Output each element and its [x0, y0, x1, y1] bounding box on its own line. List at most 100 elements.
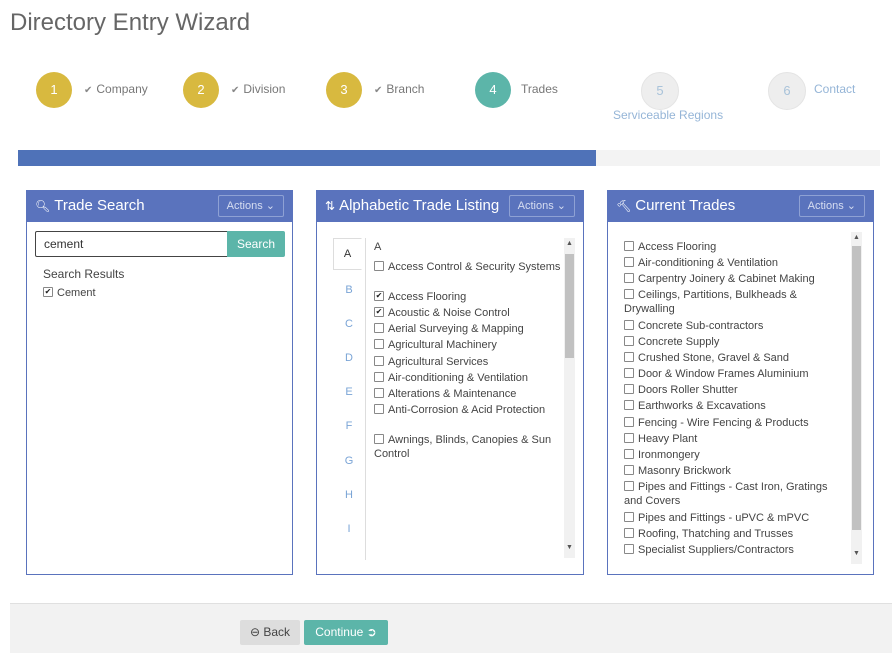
item-label: Access Flooring — [388, 291, 467, 303]
checkbox[interactable] — [624, 528, 634, 539]
list-item[interactable]: Air-conditioning & Ventilation — [624, 256, 846, 270]
scroll-down-arrow-icon[interactable]: ▼ — [851, 550, 862, 557]
list-item[interactable]: Crushed Stone, Gravel & Sand — [624, 351, 846, 365]
list-item[interactable]: Masonry Brickwork — [624, 464, 846, 478]
checkbox[interactable] — [624, 449, 634, 460]
item-label: Masonry Brickwork — [638, 465, 731, 477]
checkbox[interactable] — [624, 417, 634, 428]
list-item[interactable]: Aerial Surveying & Mapping — [374, 322, 564, 336]
letter-tab-i[interactable]: I — [333, 523, 365, 535]
checkbox[interactable] — [624, 241, 634, 252]
list-item[interactable]: Heavy Plant — [624, 432, 846, 446]
continue-button[interactable]: Continue ➲ — [304, 620, 388, 645]
checkbox[interactable] — [624, 481, 634, 492]
page-title: Directory Entry Wizard — [10, 9, 251, 36]
list-item[interactable]: Door & Window Frames Aluminium — [624, 367, 846, 381]
checkbox[interactable] — [624, 400, 634, 411]
checkbox[interactable]: ✔ — [374, 291, 384, 302]
list-item[interactable]: Pipes and Fittings - Cast Iron, Gratings… — [624, 480, 846, 508]
checkbox[interactable] — [624, 384, 634, 395]
checkbox[interactable] — [624, 433, 634, 444]
check-icon: ✔ — [374, 85, 383, 96]
checkbox[interactable] — [374, 404, 384, 415]
scroll-thumb[interactable] — [565, 254, 574, 358]
panel-header: ⇅ Alphabetic Trade Listing Actions ⌄ — [317, 190, 583, 222]
list-item[interactable]: Access Flooring — [624, 240, 846, 254]
checkbox[interactable] — [624, 544, 634, 555]
list-item[interactable]: Pipes and Fittings - uPVC & mPVC — [624, 511, 846, 525]
item-label: Pipes and Fittings - uPVC & mPVC — [638, 512, 810, 524]
letter-tab-f[interactable]: F — [333, 420, 365, 432]
checkbox[interactable] — [624, 336, 634, 347]
list-item[interactable]: Access Control & Security Systems — [374, 260, 564, 274]
checkbox[interactable] — [624, 289, 634, 300]
list-item[interactable]: Agricultural Services — [374, 355, 564, 369]
list-item[interactable]: Roofing, Thatching and Trusses — [624, 527, 846, 541]
list-item[interactable]: Ironmongery — [624, 448, 846, 462]
checkbox[interactable] — [374, 339, 384, 350]
letter-tab-c[interactable]: C — [333, 318, 365, 330]
list-item[interactable]: Carpentry Joinery & Cabinet Making — [624, 272, 846, 286]
checkbox[interactable] — [374, 356, 384, 367]
item-label: Earthworks & Excavations — [638, 400, 766, 412]
letter-tab-d[interactable]: D — [333, 352, 365, 364]
list-item[interactable]: Specialist Suppliers/Contractors — [624, 543, 846, 557]
search-result-item[interactable]: ✔ Cement — [43, 287, 96, 299]
letter-tab-h[interactable]: H — [333, 489, 365, 501]
letter-tab-e[interactable]: E — [333, 386, 365, 398]
item-label: Concrete Supply — [638, 336, 720, 348]
item-label: Air-conditioning & Ventilation — [388, 372, 529, 384]
list-item[interactable]: Anti-Corrosion & Acid Protection — [374, 403, 564, 417]
result-label: Cement — [57, 287, 96, 299]
checkbox[interactable]: ✔ — [374, 307, 384, 318]
checkbox[interactable] — [624, 465, 634, 476]
list-item[interactable]: Fencing - Wire Fencing & Products — [624, 416, 846, 430]
item-label: Carpentry Joinery & Cabinet Making — [638, 273, 815, 285]
actions-dropdown[interactable]: Actions ⌄ — [217, 195, 284, 217]
checkbox[interactable] — [624, 273, 634, 284]
list-item[interactable]: Doors Roller Shutter — [624, 383, 846, 397]
list-item[interactable]: Earthworks & Excavations — [624, 399, 846, 413]
checkbox[interactable] — [374, 323, 384, 334]
panel-title: Current Trades — [635, 197, 736, 214]
checkbox[interactable] — [374, 388, 384, 399]
scroll-thumb[interactable] — [852, 246, 861, 530]
scroll-up-arrow-icon[interactable]: ▲ — [564, 240, 575, 247]
checkbox[interactable] — [624, 352, 634, 363]
scroll-up-arrow-icon[interactable]: ▲ — [851, 234, 862, 241]
checkbox[interactable] — [374, 434, 384, 445]
actions-dropdown[interactable]: Actions ⌄ — [798, 195, 865, 217]
letter-tabs: A B C D E F G H I — [333, 238, 366, 560]
checkbox[interactable] — [624, 368, 634, 379]
list-item[interactable]: Alterations & Maintenance — [374, 387, 564, 401]
checkbox[interactable] — [374, 261, 384, 272]
checkbox[interactable] — [624, 320, 634, 331]
scroll-down-arrow-icon[interactable]: ▼ — [564, 544, 575, 551]
scrollbar[interactable]: ▲ ▼ — [564, 238, 575, 558]
list-item[interactable]: Agricultural Machinery — [374, 338, 564, 352]
list-item[interactable]: Awnings, Blinds, Canopies & Sun Control — [374, 433, 564, 461]
letter-tab-b[interactable]: B — [333, 284, 365, 296]
list-item[interactable]: ✔ Access Flooring — [374, 290, 564, 304]
letter-tab-g[interactable]: G — [333, 455, 365, 467]
list-item[interactable]: ✔ Acoustic & Noise Control — [374, 306, 564, 320]
list-item[interactable]: Concrete Sub-contractors — [624, 319, 846, 333]
item-label: Pipes and Fittings - Cast Iron, Gratings… — [624, 481, 828, 507]
back-button[interactable]: ⊖ Back — [240, 620, 300, 645]
item-label: Agricultural Services — [388, 356, 489, 368]
list-item[interactable]: Ceilings, Partitions, Bulkheads & Drywal… — [624, 288, 846, 316]
search-input[interactable] — [35, 231, 229, 257]
list-item[interactable]: Air-conditioning & Ventilation — [374, 371, 564, 385]
actions-label: Actions — [807, 200, 844, 212]
panel-title: Alphabetic Trade Listing — [339, 197, 500, 214]
checkbox[interactable] — [624, 512, 634, 523]
checkbox[interactable] — [624, 257, 634, 268]
checkbox[interactable]: ✔ — [43, 287, 53, 298]
scrollbar[interactable]: ▲ ▼ — [851, 232, 862, 564]
search-button[interactable]: Search — [227, 231, 285, 257]
letter-tab-a[interactable]: A — [333, 238, 362, 270]
chevron-down-icon: ⌄ — [556, 200, 566, 212]
actions-dropdown[interactable]: Actions ⌄ — [508, 195, 575, 217]
list-item[interactable]: Concrete Supply — [624, 335, 846, 349]
checkbox[interactable] — [374, 372, 384, 383]
